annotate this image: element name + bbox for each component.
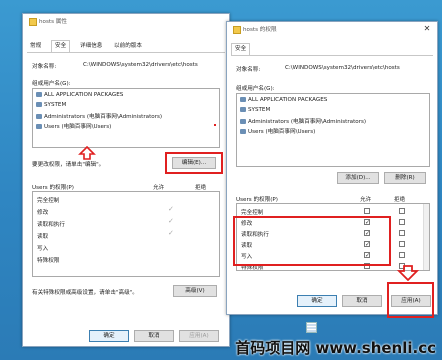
deny-column-header: 拒绝 bbox=[195, 185, 207, 191]
users-icon bbox=[240, 119, 246, 124]
allow-column-header: 允许 bbox=[153, 185, 165, 191]
permission-row: 完全控制 bbox=[37, 198, 60, 204]
apply-button[interactable]: 应用(A) bbox=[179, 330, 219, 342]
advanced-hint: 有关特殊权限或高级设置，请单击"高级"。 bbox=[32, 290, 138, 296]
users-icon bbox=[36, 102, 42, 107]
group-label: 组或用户名(G): bbox=[236, 86, 275, 92]
checkmark-icon: ✓ bbox=[168, 229, 174, 237]
list-item[interactable]: ALL APPLICATION PACKAGES bbox=[36, 92, 123, 98]
tab-details[interactable]: 详细信息 bbox=[77, 41, 105, 52]
add-button[interactable]: 添加(D)... bbox=[337, 172, 379, 184]
permission-row: 读取和执行 bbox=[37, 222, 65, 228]
annotation-highlight-apply bbox=[387, 282, 434, 318]
annotation-highlight-permissions bbox=[233, 216, 391, 266]
dialog-title: hosts 的权限 bbox=[243, 27, 277, 33]
file-icon bbox=[29, 18, 37, 26]
users-icon bbox=[240, 107, 246, 112]
group-label: 组或用户名(G): bbox=[32, 81, 71, 87]
deny-checkbox[interactable] bbox=[399, 230, 405, 236]
users-icon bbox=[36, 124, 42, 129]
checkmark-icon: ✓ bbox=[168, 217, 174, 225]
object-name-value: C:\WINDOWS\system32\drivers\etc\hosts bbox=[83, 62, 198, 68]
title-bar: hosts 属性 bbox=[23, 14, 229, 28]
deny-checkbox[interactable] bbox=[399, 252, 405, 258]
users-icon bbox=[240, 129, 246, 134]
title-bar: hosts 的权限 ✕ bbox=[227, 22, 437, 36]
list-item[interactable]: Administrators (电脑百事网\Administrators) bbox=[36, 112, 162, 120]
deny-checkbox[interactable] bbox=[399, 208, 405, 214]
tab-previous-versions[interactable]: 以前的版本 bbox=[111, 41, 145, 52]
cancel-button[interactable]: 取消 bbox=[134, 330, 174, 342]
list-item[interactable]: ALL APPLICATION PACKAGES bbox=[240, 97, 327, 103]
tab-security[interactable]: 安全 bbox=[51, 40, 71, 52]
permission-row: 特殊权限 bbox=[37, 258, 60, 264]
permissions-label: Users 的权限(P) bbox=[32, 185, 74, 191]
permissions-list: 完全控制 修改 读取和执行 读取 写入 特殊权限 ✓ ✓ ✓ bbox=[32, 191, 220, 277]
grid-icon bbox=[306, 322, 317, 333]
user-list[interactable]: ALL APPLICATION PACKAGES SYSTEM Administ… bbox=[236, 93, 430, 167]
edit-button[interactable]: 编辑(E)... bbox=[172, 157, 216, 169]
tab-general[interactable]: 常规 bbox=[27, 41, 44, 52]
deny-checkbox[interactable] bbox=[399, 241, 405, 247]
ok-button[interactable]: 确定 bbox=[297, 295, 337, 307]
list-item[interactable]: Users (电脑百事网\Users) bbox=[36, 122, 111, 130]
red-dot bbox=[214, 124, 216, 126]
cancel-button[interactable]: 取消 bbox=[342, 295, 382, 307]
checkmark-icon: ✓ bbox=[168, 205, 174, 213]
permission-row: 修改 bbox=[37, 210, 49, 216]
user-list[interactable]: ALL APPLICATION PACKAGES SYSTEM Administ… bbox=[32, 88, 220, 148]
watermark-text: 首码项目网 www.shenli.cc bbox=[235, 339, 436, 357]
annotation-arrow-up-icon bbox=[78, 146, 96, 160]
screen: { "left_window": { "title": "hosts 属性", … bbox=[0, 0, 442, 360]
allow-column-header: 允许 bbox=[360, 197, 372, 203]
permission-row: 读取 bbox=[37, 234, 49, 240]
edit-hint: 要更改权限，请单击"编辑"。 bbox=[32, 162, 105, 168]
users-icon bbox=[36, 92, 42, 97]
hosts-properties-window: hosts 属性 常规 安全 详细信息 以前的版本 对象名称: C:\WINDO… bbox=[22, 13, 230, 347]
deny-checkbox[interactable] bbox=[399, 219, 405, 225]
permission-row: 完全控制 bbox=[241, 210, 264, 216]
list-item[interactable]: SYSTEM bbox=[240, 107, 270, 113]
list-item[interactable]: SYSTEM bbox=[36, 102, 66, 108]
window-title: hosts 属性 bbox=[39, 19, 67, 25]
permissions-label: Users 的权限(P) bbox=[236, 197, 278, 203]
remove-button[interactable]: 删除(R) bbox=[384, 172, 426, 184]
allow-checkbox[interactable] bbox=[364, 208, 370, 214]
users-icon bbox=[36, 114, 42, 119]
advanced-button[interactable]: 高级(V) bbox=[173, 285, 217, 297]
object-name-label: 对象名称: bbox=[32, 64, 57, 70]
list-item[interactable]: Users (电脑百事网\Users) bbox=[240, 127, 315, 135]
tab-security[interactable]: 安全 bbox=[231, 43, 251, 55]
file-icon bbox=[233, 26, 241, 34]
object-name-value: C:\WINDOWS\system32\drivers\etc\hosts bbox=[285, 65, 400, 71]
tab-strip: 常规 安全 详细信息 以前的版本 bbox=[27, 40, 225, 53]
ok-button[interactable]: 确定 bbox=[89, 330, 129, 342]
deny-column-header: 拒绝 bbox=[394, 197, 406, 203]
permission-row: 写入 bbox=[37, 246, 49, 252]
permissions-scrollbar[interactable] bbox=[423, 204, 429, 270]
annotation-arrow-down-icon bbox=[397, 265, 419, 281]
close-icon[interactable]: ✕ bbox=[421, 23, 433, 34]
list-item[interactable]: Administrators (电脑百事网\Administrators) bbox=[240, 117, 366, 125]
object-name-label: 对象名称: bbox=[236, 67, 261, 73]
users-icon bbox=[240, 97, 246, 102]
tab-strip: 安全 bbox=[231, 43, 433, 56]
